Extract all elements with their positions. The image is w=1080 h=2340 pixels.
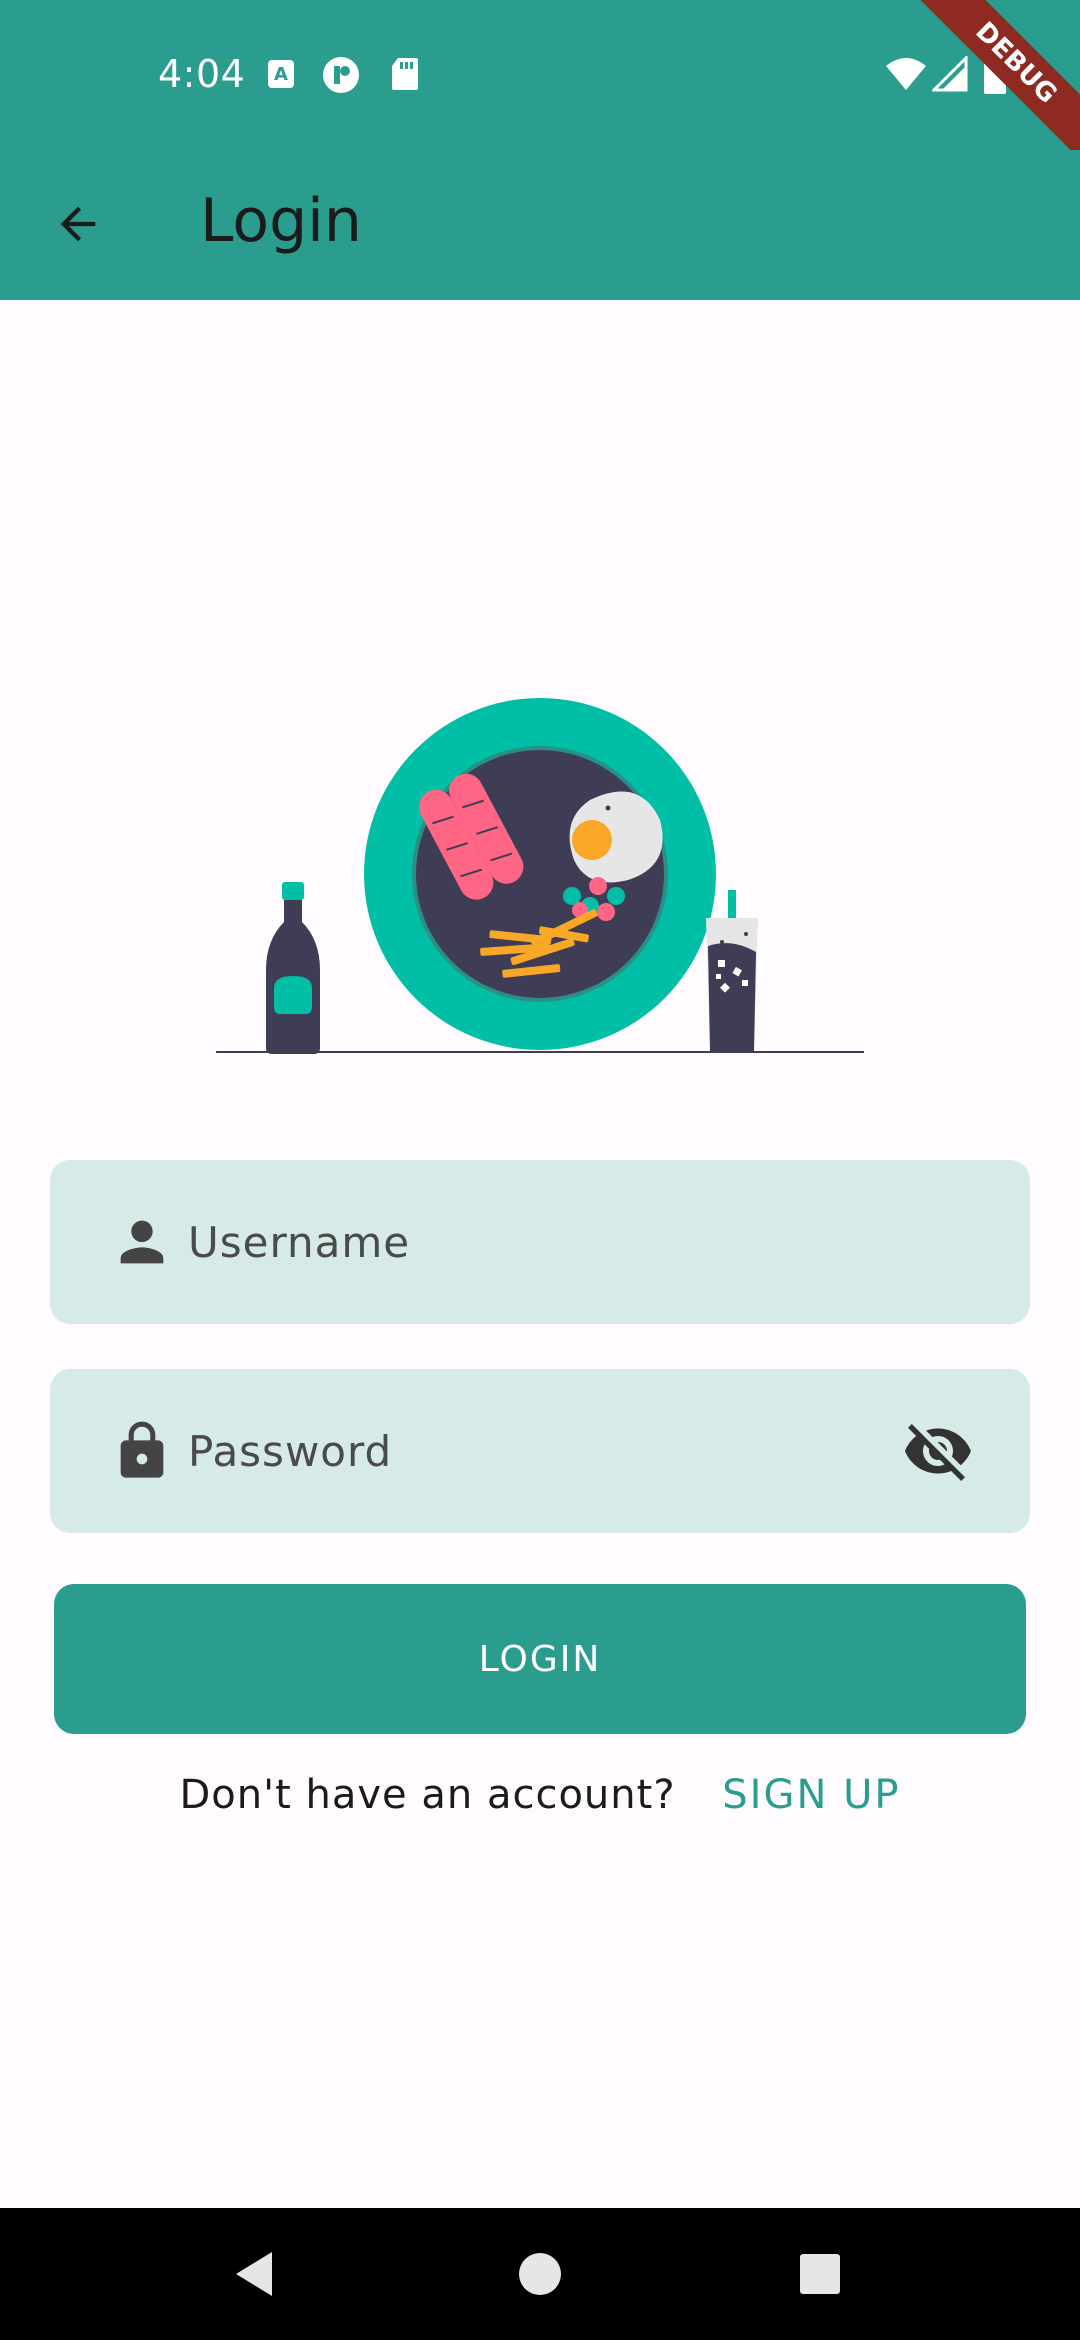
visibility-off-icon[interactable] [902,1415,974,1487]
back-triangle-icon[interactable] [226,2244,286,2304]
signup-row: Don't have an account? SIGN UP [0,1772,1080,1818]
app-bar: Login [0,150,1080,300]
egg-yolk [572,820,612,860]
signup-link[interactable]: SIGN UP [722,1772,900,1818]
ketchup-bottle [266,882,320,1054]
username-field[interactable]: Username [50,1160,1030,1324]
person-icon [120,1220,164,1264]
signup-prompt: Don't have an account? [179,1772,676,1818]
svg-text:A: A [274,64,288,85]
arrow-back-icon [60,206,96,242]
p-notification-icon [323,57,359,93]
status-time: 4:04 [158,52,246,96]
debug-label: DEBUG [910,0,1080,170]
username-input[interactable]: Username [188,1218,410,1267]
system-nav-bar [0,2208,1080,2340]
a-notification-icon: A [268,60,294,88]
soda-glass [706,890,758,1052]
lock-icon [120,1421,164,1478]
recents-square-icon[interactable] [790,2244,850,2304]
login-button[interactable]: LOGIN [54,1584,1026,1734]
sd-card-icon [392,58,418,90]
food-illustration [216,698,864,1054]
page-title: Login [200,186,362,256]
back-button[interactable] [28,174,128,274]
password-field[interactable]: Password [50,1369,1030,1533]
debug-banner: DEBUG [910,0,1080,170]
home-circle-icon[interactable] [510,2244,570,2304]
password-input[interactable]: Password [188,1427,392,1476]
